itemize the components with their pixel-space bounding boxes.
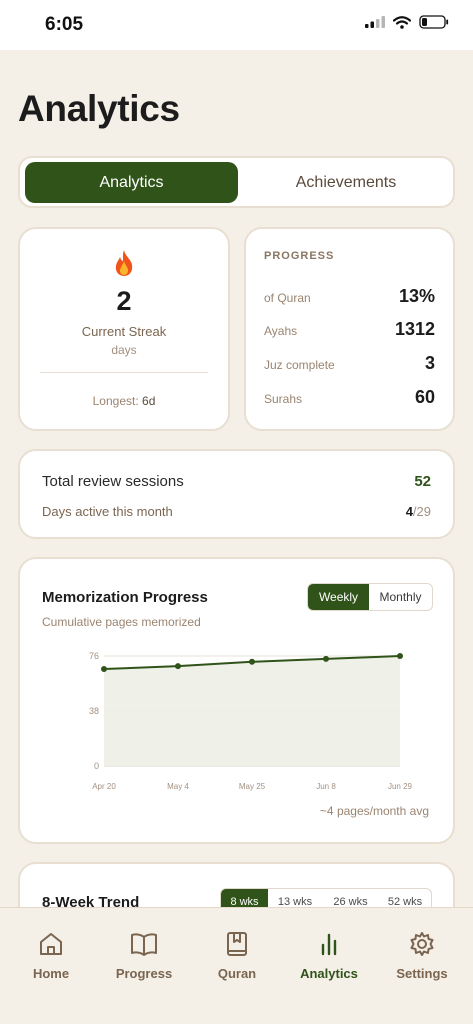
signal-icon <box>365 16 385 28</box>
nav-progress[interactable]: Progress <box>97 908 191 998</box>
progress-label: Surahs <box>264 392 303 406</box>
nav-settings[interactable]: Settings <box>375 908 469 998</box>
progress-row-juz: Juz complete 3 <box>264 352 435 374</box>
progress-label: of Quran <box>264 291 311 305</box>
progress-card: PROGRESS of Quran 13% Ayahs 1312 Juz com… <box>244 227 455 431</box>
data-point <box>101 666 107 673</box>
x-tick-label: Jun 8 <box>316 782 336 791</box>
nav-home[interactable]: Home <box>4 908 98 998</box>
nav-label: Quran <box>217 966 257 981</box>
bottom-navigation: Home Progress Quran Analytics Settings <box>0 907 473 1024</box>
tab-achievements[interactable]: Achievements <box>240 162 452 203</box>
bar-chart-icon <box>321 933 337 956</box>
battery-icon <box>419 15 449 29</box>
progress-row-surahs: Surahs 60 <box>264 386 435 408</box>
progress-row-quran: of Quran 13% <box>264 285 435 307</box>
progress-value: 1312 <box>394 319 435 339</box>
current-streak-value: 2 <box>116 286 132 316</box>
nav-label: Home <box>32 966 70 981</box>
status-time: 6:05 <box>45 14 84 35</box>
nav-label: Progress <box>115 966 173 981</box>
progress-label: Ayahs <box>264 324 298 338</box>
nav-label: Analytics <box>300 966 358 981</box>
data-point <box>397 653 403 659</box>
nav-analytics[interactable]: Analytics <box>282 908 376 998</box>
progress-header: PROGRESS <box>264 250 335 262</box>
page-title: Analytics <box>18 88 180 129</box>
data-point <box>249 658 255 665</box>
x-tick-label: Jun 29 <box>388 782 413 791</box>
progress-value: 13% <box>398 286 435 306</box>
home-icon <box>40 933 62 955</box>
x-tick-label: May 4 <box>167 782 189 791</box>
y-tick-label: 38 <box>89 706 99 716</box>
days-active-count: 4 <box>405 504 413 519</box>
days-in-month: /29 <box>412 504 431 519</box>
total-sessions-value: 52 <box>414 473 431 490</box>
memorization-chart: 76 38 0 Apr 20 May 4 May 25 Jun 8 Jun 29 <box>89 651 413 791</box>
analytics-segmented-control: Analytics Achievements <box>18 156 455 208</box>
data-point <box>323 655 329 662</box>
progress-value: 3 <box>424 353 435 373</box>
book-open-icon <box>131 933 157 956</box>
longest-streak-label: Longest: <box>92 394 139 408</box>
status-icons <box>365 15 449 29</box>
wifi-icon <box>393 15 411 29</box>
progress-label: Juz complete <box>264 358 335 372</box>
days-active-value: 4/29 <box>406 504 431 519</box>
divider <box>40 372 208 373</box>
longest-streak: Longest: 6d <box>20 394 228 408</box>
flame-icon <box>115 250 133 276</box>
monthly-average: ~4 pages/month avg <box>319 804 429 818</box>
x-tick-label: May 25 <box>239 782 266 791</box>
streak-unit: days <box>111 343 137 357</box>
x-tick-label: Apr 20 <box>92 782 116 791</box>
y-tick-label: 76 <box>89 651 99 661</box>
quran-book-icon <box>227 932 247 956</box>
total-sessions-label: Total review sessions <box>42 473 184 490</box>
streak-card: 2 Current Streak days Longest: 6d <box>18 227 230 431</box>
nav-label: Settings <box>396 966 448 981</box>
y-tick-label: 0 <box>94 761 99 771</box>
days-active-label: Days active this month <box>42 504 173 519</box>
gear-icon <box>410 932 434 956</box>
nav-quran[interactable]: Quran <box>190 908 284 998</box>
data-point <box>175 663 181 670</box>
progress-row-ayahs: Ayahs 1312 <box>264 318 435 340</box>
progress-value: 60 <box>414 387 435 407</box>
tab-analytics[interactable]: Analytics <box>25 162 238 203</box>
current-streak-label: Current Streak <box>81 324 167 339</box>
sessions-card: Total review sessions 52 Days active thi… <box>18 449 455 539</box>
status-bar: 6:05 <box>0 0 473 50</box>
memorization-progress-card: Memorization Progress Cumulative pages m… <box>18 557 455 844</box>
longest-streak-value: 6d <box>142 394 156 408</box>
area-fill <box>104 656 400 766</box>
